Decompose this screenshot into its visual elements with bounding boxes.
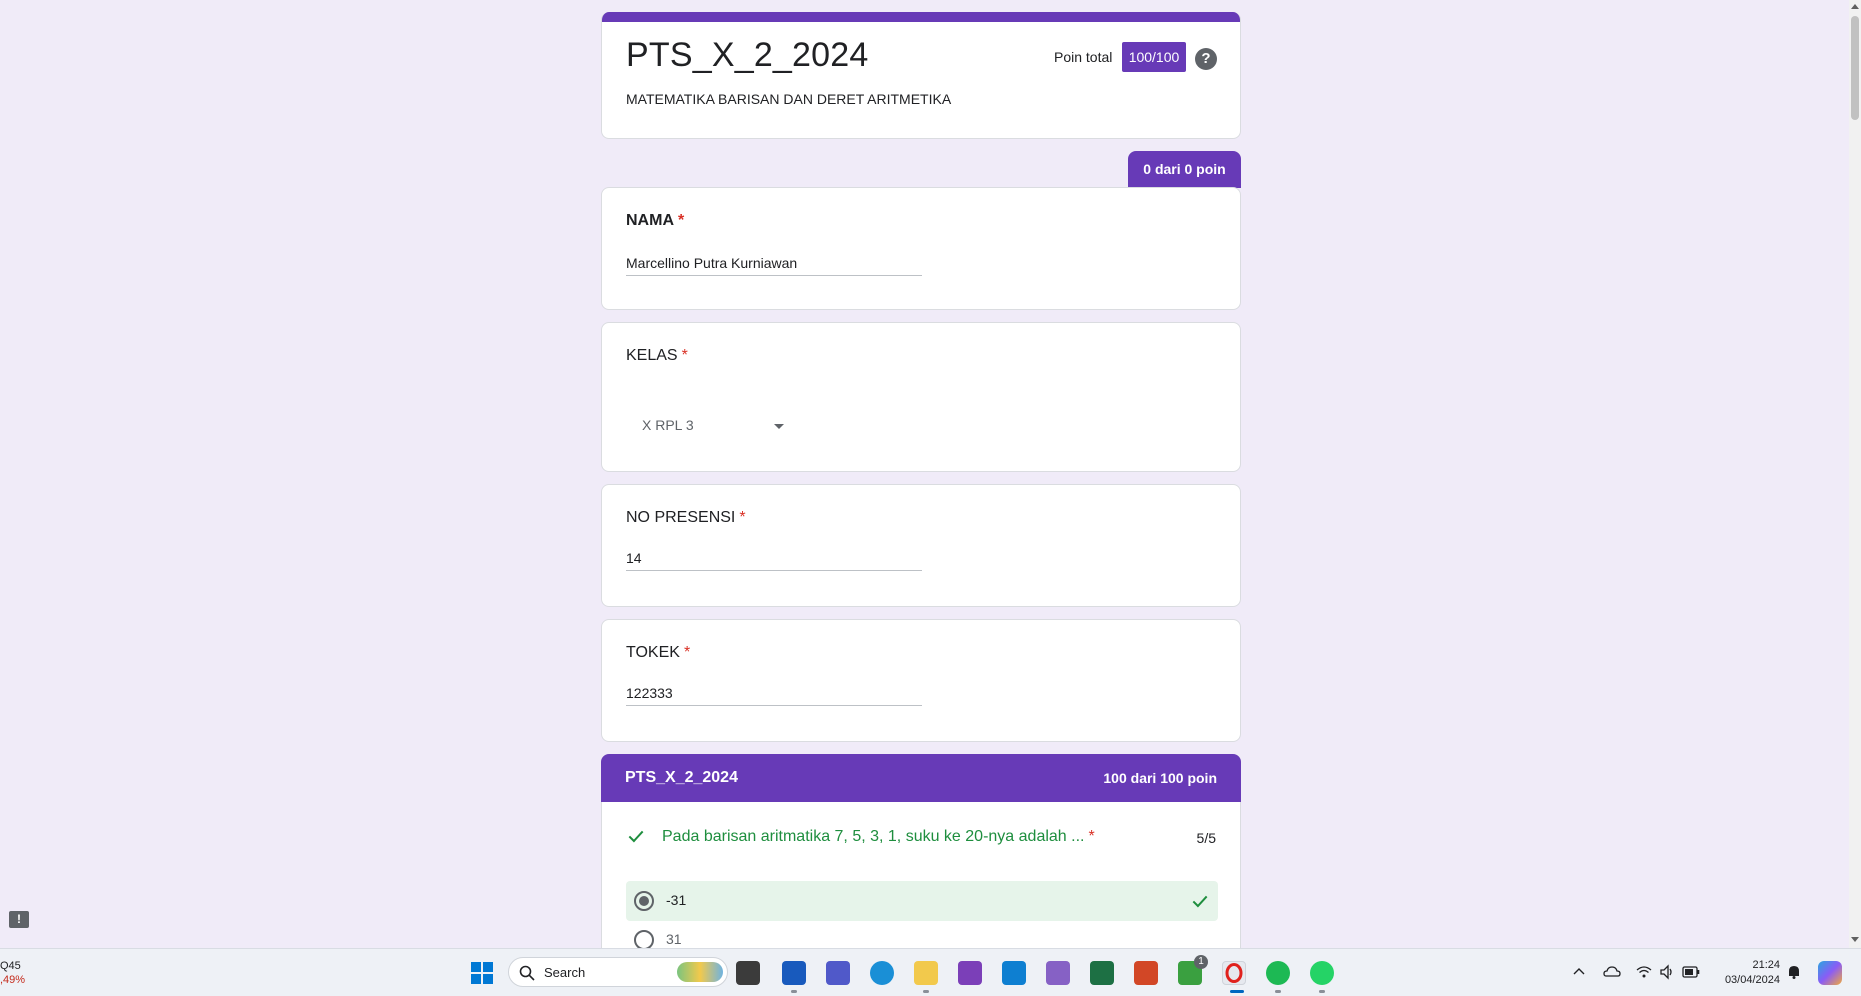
question-title: NO PRESENSI * — [626, 509, 746, 527]
nama-answer-field[interactable]: Marcellino Putra Kurniawan — [626, 251, 922, 276]
excel-icon[interactable] — [1090, 961, 1114, 985]
visual-studio-icon[interactable] — [1046, 961, 1070, 985]
total-points-label: Poin total — [1054, 49, 1113, 65]
stock-code: Q45 — [0, 960, 21, 972]
search-label: Search — [544, 965, 586, 980]
onedrive-icon[interactable] — [1603, 964, 1621, 985]
spotify-icon[interactable] — [1266, 961, 1290, 985]
running-indicator — [923, 990, 929, 993]
vertical-scrollbar[interactable] — [1849, 0, 1861, 948]
correct-check-icon — [626, 826, 646, 851]
question-1-text: Pada barisan aritmatika 7, 5, 3, 1, suku… — [662, 828, 1085, 845]
scroll-down-arrow-icon[interactable] — [1851, 937, 1859, 942]
vscode-icon[interactable] — [1002, 961, 1026, 985]
tokek-answer-field[interactable]: 122333 — [626, 681, 922, 706]
question-card-nama: NAMA * Marcellino Putra Kurniawan — [601, 187, 1241, 310]
required-asterisk: * — [681, 347, 688, 364]
question-label: NO PRESENSI — [626, 509, 736, 526]
chevron-up-icon[interactable] — [1572, 965, 1586, 984]
help-icon[interactable]: ? — [1195, 48, 1217, 70]
presensi-answer-field[interactable]: 14 — [626, 546, 922, 571]
question-card-kelas: KELAS * X RPL 3 — [601, 322, 1241, 472]
task-view-icon[interactable] — [736, 961, 760, 985]
required-asterisk: * — [739, 509, 746, 526]
question-title: TOKEK * — [626, 644, 690, 662]
opera-icon-active[interactable] — [1222, 961, 1246, 985]
powerpoint-icon[interactable] — [1134, 961, 1158, 985]
clock-date: 03/04/2024 — [1724, 974, 1780, 986]
question-card-tokek: TOKEK * 122333 — [601, 619, 1241, 742]
notification-bell-icon[interactable] — [1786, 964, 1802, 985]
form-description: MATEMATIKA BARISAN DAN DERET ARITMETIKA — [626, 91, 952, 107]
clock-time: 21:24 — [1752, 959, 1780, 971]
question-1-points: 5/5 — [1196, 830, 1216, 846]
word-icon[interactable] — [782, 961, 806, 985]
question-card-presensi: NO PRESENSI * 14 — [601, 484, 1241, 607]
form-title: PTS_X_2_2024 — [626, 36, 869, 74]
notification-badge: 1 — [1194, 955, 1208, 969]
required-asterisk: * — [678, 212, 685, 229]
scroll-up-arrow-icon[interactable] — [1851, 4, 1859, 9]
file-explorer-icon[interactable] — [914, 961, 938, 985]
question-label: KELAS — [626, 347, 678, 364]
question-1-title: Pada barisan aritmatika 7, 5, 3, 1, suku… — [662, 828, 1095, 846]
section-score: 100 dari 100 poin — [1103, 770, 1217, 786]
running-indicator — [1319, 990, 1325, 993]
kelas-selected-value: X RPL 3 — [642, 417, 694, 433]
required-asterisk: * — [683, 644, 691, 661]
question-title: KELAS * — [626, 347, 688, 365]
question-title: NAMA * — [626, 212, 684, 230]
stock-change: ,49% — [0, 974, 26, 986]
section-title: PTS_X_2_2024 — [625, 769, 738, 786]
running-indicator — [1275, 990, 1281, 993]
section-card: PTS_X_2_2024 100 dari 100 poin Pada bari… — [601, 754, 1241, 948]
volume-icon[interactable] — [1659, 964, 1675, 985]
option[interactable]: 31 — [626, 920, 1218, 948]
whatsapp-icon[interactable] — [1310, 961, 1334, 985]
dropdown-arrow-icon — [774, 424, 784, 429]
search-highlight-icon — [677, 962, 723, 982]
required-asterisk: * — [1088, 828, 1095, 845]
browser-viewport: PTS_X_2_2024 MATEMATIKA BARISAN DAN DERE… — [0, 0, 1849, 948]
photo-app-icon[interactable] — [958, 961, 982, 985]
section-header: PTS_X_2_2024 100 dari 100 poin — [601, 754, 1241, 802]
taskbar-search[interactable]: Search — [508, 957, 728, 987]
radio-checked-icon — [634, 891, 654, 911]
total-points-badge: 100/100 — [1122, 42, 1186, 72]
stock-widget[interactable]: Q45 ,49% — [0, 959, 25, 987]
edge-icon[interactable] — [870, 961, 894, 985]
question-label: TOKEK — [626, 644, 680, 661]
search-icon — [519, 965, 535, 986]
copilot-icon[interactable] — [1818, 961, 1842, 985]
teams-icon[interactable] — [826, 961, 850, 985]
option-correct[interactable]: -31 — [626, 881, 1218, 921]
kelas-dropdown[interactable]: X RPL 3 — [626, 402, 796, 450]
feedback-icon[interactable]: ! — [9, 911, 29, 928]
option-label: 31 — [666, 931, 682, 947]
active-indicator — [1230, 990, 1244, 993]
option-label: -31 — [666, 892, 687, 908]
system-clock[interactable]: 21:24 03/04/2024 — [1716, 958, 1780, 988]
taskbar: Q45 ,49% Search 1 21:24 03/04/2024 — [0, 948, 1861, 996]
score-tab: 0 dari 0 poin — [1128, 151, 1241, 188]
windows-start-icon[interactable] — [470, 961, 494, 985]
running-indicator — [791, 990, 797, 993]
question-label: NAMA — [626, 212, 674, 229]
form-header-card: PTS_X_2_2024 MATEMATIKA BARISAN DAN DERE… — [601, 12, 1241, 139]
battery-icon[interactable] — [1682, 965, 1700, 984]
correct-check-icon — [1190, 891, 1210, 916]
wifi-icon[interactable] — [1636, 964, 1652, 985]
scroll-thumb[interactable] — [1851, 16, 1859, 120]
header-accent-bar — [602, 12, 1240, 22]
radio-icon — [634, 930, 654, 948]
